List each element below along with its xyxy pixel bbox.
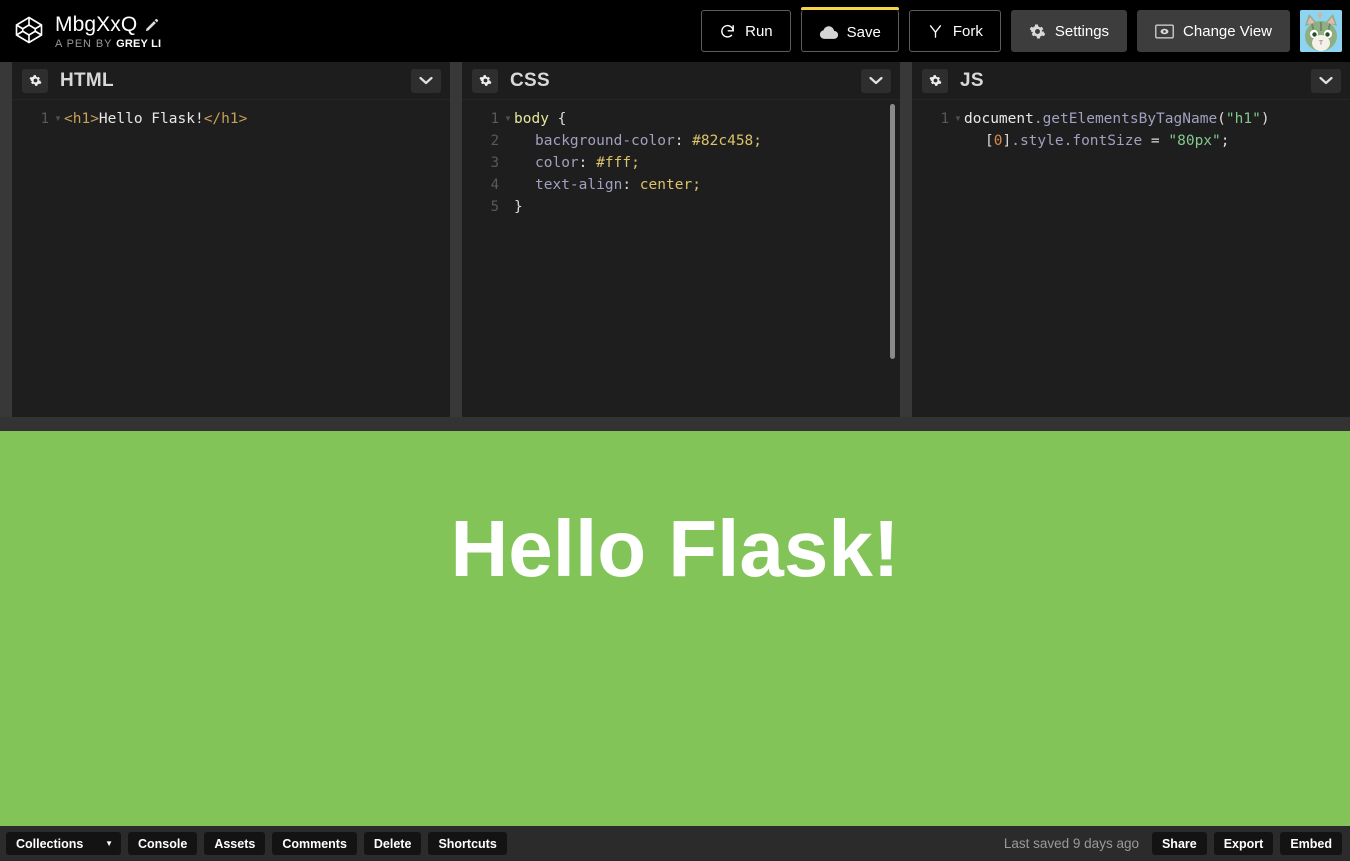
- code-line: 5 }: [462, 196, 900, 218]
- fold-arrow-icon[interactable]: ▼: [504, 108, 514, 130]
- editor-gutter-css-js[interactable]: [900, 62, 912, 417]
- fold-arrow-icon[interactable]: ▼: [954, 108, 964, 130]
- html-pane-header-left: HTML: [22, 68, 114, 93]
- pen-brand: MbgXxQ A PEN BY Grey Li: [10, 12, 161, 50]
- pen-author-name[interactable]: Grey Li: [116, 38, 161, 50]
- console-button[interactable]: Console: [128, 832, 198, 855]
- line-number: 1: [490, 111, 499, 127]
- bottom-toolbar: Collections ▼ Console Assets Comments De…: [0, 826, 1350, 861]
- code-line: 2 background-color: #82c458;: [462, 130, 900, 152]
- editor-gutter-html-css[interactable]: [450, 62, 462, 417]
- footer-right-buttons: Last saved 9 days ago Share Export Embed: [1004, 832, 1342, 855]
- fork-icon: [927, 23, 944, 40]
- js-pane-title: JS: [960, 69, 984, 91]
- preview-heading: Hello Flask!: [450, 504, 900, 593]
- chevron-down-icon: ▼: [105, 839, 113, 848]
- html-pane-header: HTML: [12, 62, 450, 100]
- run-button[interactable]: Run: [701, 10, 791, 52]
- js-code-area[interactable]: 1 ▼ document.getElementsByTagName("h1")[…: [912, 100, 1350, 417]
- fold-arrow-icon[interactable]: ▼: [54, 108, 64, 130]
- assets-button[interactable]: Assets: [204, 832, 266, 855]
- html-editor-pane: HTML 1 ▼ <h1>Hello Flask!</h1>: [12, 62, 450, 417]
- js-pane-header: JS: [912, 62, 1350, 100]
- refresh-icon: [719, 23, 736, 40]
- html-pane-title: HTML: [60, 69, 114, 91]
- fork-button-label: Fork: [952, 22, 983, 40]
- collections-button-label: Collections: [16, 836, 84, 851]
- export-button[interactable]: Export: [1213, 832, 1274, 855]
- js-pane-header-left: JS: [922, 68, 984, 93]
- chevron-down-icon[interactable]: [861, 68, 891, 93]
- editor-panes-row: HTML 1 ▼ <h1>Hello Flask!</h1> CSS 1 ▼ b…: [0, 62, 1350, 417]
- embed-button[interactable]: Embed: [1280, 832, 1342, 855]
- pen-by-prefix: A PEN BY: [55, 38, 113, 50]
- line-number: 3: [490, 155, 499, 171]
- comments-button[interactable]: Comments: [272, 832, 357, 855]
- settings-button[interactable]: Settings: [1010, 10, 1128, 52]
- gear-icon: [1029, 23, 1046, 40]
- chevron-down-icon[interactable]: [1311, 68, 1341, 93]
- code-text: color: #fff;: [535, 155, 640, 171]
- save-button-label: Save: [846, 23, 881, 41]
- css-code-area[interactable]: 1 ▼ body { 2 background-color: #82c458; …: [462, 100, 900, 417]
- run-button-label: Run: [745, 22, 773, 40]
- code-line: 1 ▼ <h1>Hello Flask!</h1>: [12, 108, 450, 130]
- avatar[interactable]: [1300, 10, 1342, 52]
- css-pane-header: CSS: [462, 62, 900, 100]
- share-button[interactable]: Share: [1151, 832, 1207, 855]
- fork-button[interactable]: Fork: [908, 10, 1001, 52]
- pen-brand-text: MbgXxQ A PEN BY Grey Li: [55, 12, 161, 50]
- gear-icon[interactable]: [922, 68, 948, 93]
- code-text: body {: [514, 111, 567, 127]
- line-number: 1: [40, 111, 49, 127]
- eye-box-icon: [1155, 24, 1174, 39]
- css-pane-header-left: CSS: [472, 68, 550, 93]
- settings-button-label: Settings: [1054, 22, 1110, 40]
- save-button[interactable]: Save: [800, 7, 900, 52]
- editor-preview-resize-handle[interactable]: [0, 417, 1350, 431]
- cloud-icon: [819, 25, 838, 40]
- header-actions: Run Save Fork Settings Change View: [701, 7, 1342, 52]
- collections-button[interactable]: Collections ▼: [6, 832, 121, 855]
- code-line: 3 color: #fff;: [462, 152, 900, 174]
- chevron-down-icon[interactable]: [411, 68, 441, 93]
- css-editor-scrollbar[interactable]: [890, 104, 895, 359]
- html-code-area[interactable]: 1 ▼ <h1>Hello Flask!</h1>: [12, 100, 450, 417]
- line-number: 5: [490, 199, 499, 215]
- js-editor-pane: JS 1 ▼ document.getElementsByTagName("h1…: [912, 62, 1350, 417]
- line-number: 2: [490, 133, 499, 149]
- gear-icon[interactable]: [472, 68, 498, 93]
- codepen-logo-icon[interactable]: [14, 15, 44, 45]
- page-title[interactable]: MbgXxQ: [55, 13, 137, 37]
- pen-title-row: MbgXxQ: [55, 13, 161, 37]
- code-text: }: [514, 199, 523, 215]
- top-header-bar: MbgXxQ A PEN BY Grey Li: [0, 0, 1350, 62]
- delete-button[interactable]: Delete: [363, 832, 422, 855]
- css-editor-pane: CSS 1 ▼ body { 2 background-color: #82c4…: [462, 62, 900, 417]
- pen-author-line: A PEN BY Grey Li: [55, 38, 161, 50]
- line-number: 4: [490, 177, 499, 193]
- preview-iframe[interactable]: Hello Flask!: [0, 431, 1350, 826]
- pencil-icon[interactable]: [144, 18, 159, 33]
- codepen-editor-app: MbgXxQ A PEN BY Grey Li: [0, 0, 1350, 861]
- last-saved-status: Last saved 9 days ago: [1003, 836, 1139, 851]
- gear-icon[interactable]: [22, 68, 48, 93]
- code-text: background-color: #82c458;: [535, 133, 763, 149]
- footer-left-buttons: Collections ▼ Console Assets Comments De…: [6, 832, 507, 855]
- code-text: text-align: center;: [535, 177, 701, 193]
- editor-gutter-left[interactable]: [0, 62, 12, 417]
- code-line: 1 ▼ body {: [462, 108, 900, 130]
- shortcuts-button[interactable]: Shortcuts: [428, 832, 507, 855]
- code-line: 1 ▼ document.getElementsByTagName("h1")[…: [912, 108, 1350, 152]
- line-number: 1: [940, 111, 949, 127]
- code-text: document.getElementsByTagName("h1") [0].s…: [964, 111, 1270, 149]
- code-text: <h1>Hello Flask!</h1>: [64, 111, 248, 127]
- change-view-button-label: Change View: [1183, 22, 1272, 40]
- change-view-button[interactable]: Change View: [1137, 10, 1290, 52]
- code-line: 4 text-align: center;: [462, 174, 900, 196]
- css-pane-title: CSS: [510, 69, 550, 91]
